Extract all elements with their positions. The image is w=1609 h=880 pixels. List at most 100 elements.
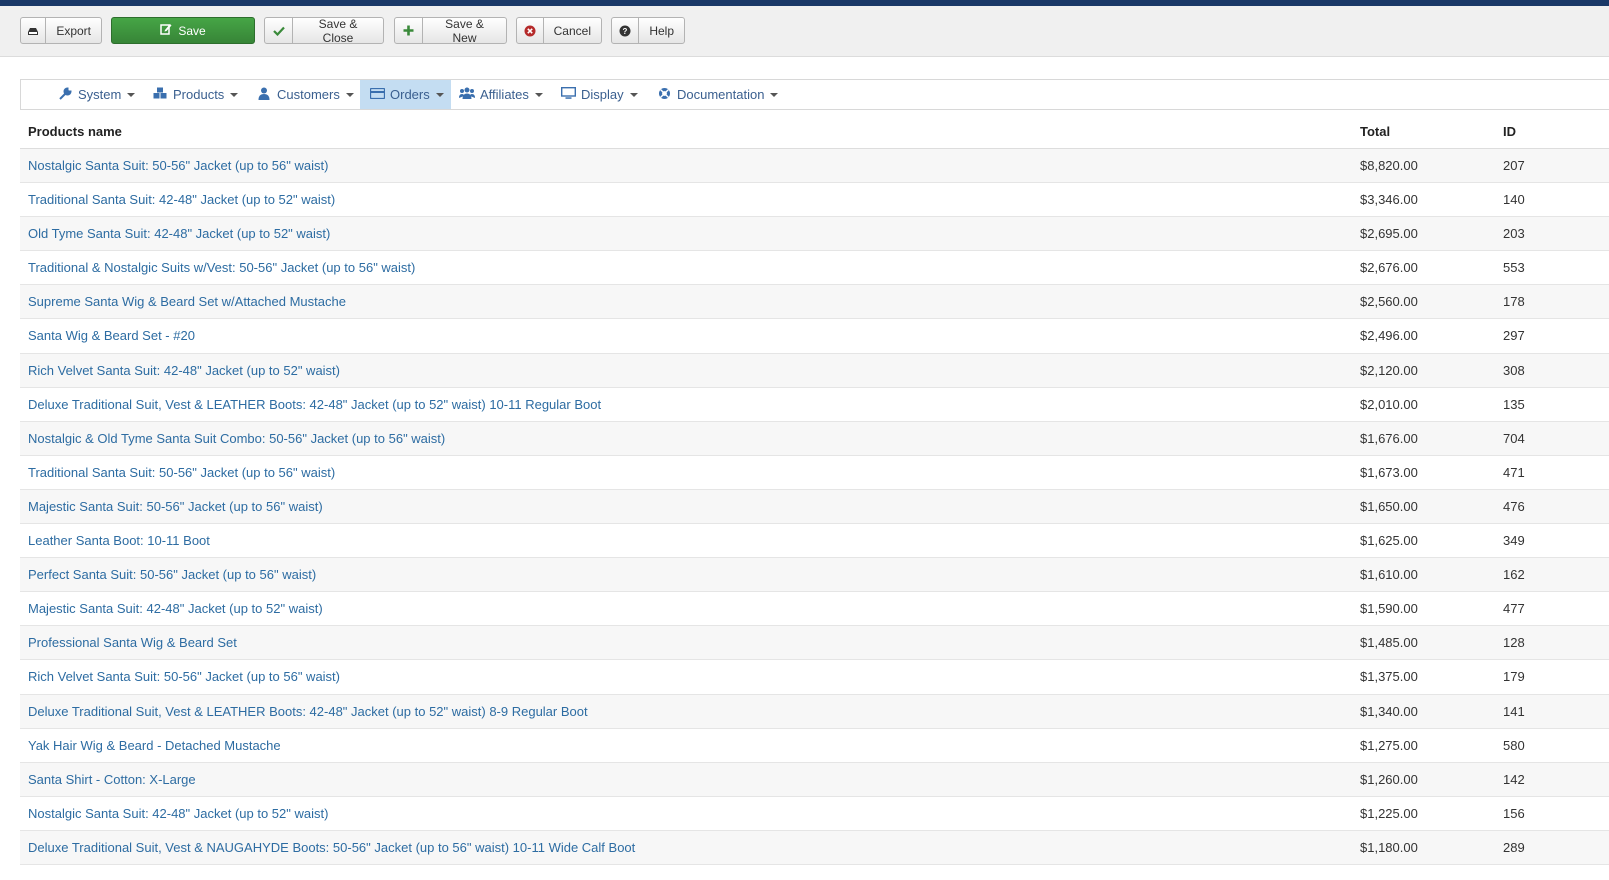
save-button[interactable]: Save xyxy=(111,17,255,44)
table-row: Traditional Santa Suit: 42-48" Jacket (u… xyxy=(20,183,1609,218)
help-button[interactable]: ? Help xyxy=(611,17,685,44)
table-row: Traditional Santa Suit: 50-56" Jacket (u… xyxy=(20,456,1609,490)
id-cell: 141 xyxy=(1503,703,1525,719)
help-label: Help xyxy=(649,23,674,38)
wrench-icon xyxy=(57,86,73,103)
check-icon xyxy=(265,18,293,43)
id-cell: 179 xyxy=(1503,669,1525,685)
id-cell: 128 xyxy=(1503,635,1525,651)
export-label: Export xyxy=(56,23,91,38)
main-menu: System Products Customers Orders Affilia… xyxy=(20,79,1609,110)
menu-display[interactable]: Display xyxy=(560,80,638,109)
user-icon xyxy=(256,87,272,103)
product-name-link[interactable]: Rich Velvet Santa Suit: 42-48" Jacket (u… xyxy=(28,363,340,378)
save-close-button[interactable]: Save & Close xyxy=(264,16,384,45)
table-row: Nostalgic & Old Tyme Santa Suit Combo: 5… xyxy=(20,421,1609,456)
table-row: Supreme Santa Wig & Beard Set w/Attached… xyxy=(20,285,1609,320)
id-cell: 203 xyxy=(1503,226,1525,242)
table-row: Yak Hair Wig & Beard - Detached Mustache… xyxy=(20,729,1609,763)
product-name-link[interactable]: Nostalgic Santa Suit: 42-48" Jacket (up … xyxy=(28,806,328,821)
menu-documentation[interactable]: Documentation xyxy=(656,80,779,109)
monitor-icon xyxy=(560,86,576,102)
id-cell: 476 xyxy=(1503,498,1525,514)
table-row: Professional Santa Wig & Beard Set $1,485… xyxy=(20,626,1609,661)
product-name-link[interactable]: Deluxe Traditional Suit, Vest & LEATHER … xyxy=(28,397,601,412)
product-name-link[interactable]: Deluxe Traditional Suit, Vest & LEATHER … xyxy=(28,704,588,719)
product-name-link[interactable]: Old Tyme Santa Suit: 42-48" Jacket (up t… xyxy=(28,226,330,241)
menu-affiliates[interactable]: Affiliates xyxy=(459,80,543,109)
table-row: Rich Velvet Santa Suit: 50-56" Jacket (u… xyxy=(20,660,1609,695)
header-id[interactable]: ID xyxy=(1503,124,1516,139)
svg-text:?: ? xyxy=(623,27,628,36)
menu-affiliates-label: Affiliates xyxy=(480,87,529,102)
product-name-link[interactable]: Leather Santa Boot: 10-11 Boot xyxy=(28,533,210,548)
product-name-link[interactable]: Yak Hair Wig & Beard - Detached Mustache xyxy=(28,738,281,753)
toolbar: Export Save Save & Close Save & New Canc… xyxy=(0,6,1609,57)
total-cell: $2,010.00 xyxy=(1360,396,1418,412)
menu-orders[interactable]: Orders xyxy=(360,80,451,109)
menu-products-label: Products xyxy=(173,87,225,102)
table-body: Nostalgic Santa Suit: 50-56" Jacket (up … xyxy=(20,149,1609,865)
table-row: Majestic Santa Suit: 42-48" Jacket (up t… xyxy=(20,592,1609,627)
edit-icon xyxy=(160,23,172,38)
id-cell: 471 xyxy=(1503,464,1525,480)
chevron-down-icon xyxy=(629,92,638,97)
export-button[interactable]: Export xyxy=(20,17,102,44)
product-name-link[interactable]: Professional Santa Wig & Beard Set xyxy=(28,635,237,650)
id-cell: 135 xyxy=(1503,396,1525,412)
total-cell: $1,260.00 xyxy=(1360,771,1418,787)
total-cell: $2,676.00 xyxy=(1360,260,1418,276)
cancel-button[interactable]: Cancel xyxy=(516,17,602,44)
save-new-label: Save & New xyxy=(445,16,484,45)
table-row: Deluxe Traditional Suit, Vest & LEATHER … xyxy=(20,694,1609,729)
lifebuoy-icon xyxy=(656,87,672,103)
product-name-link[interactable]: Santa Wig & Beard Set - #20 xyxy=(28,328,195,343)
save-new-button[interactable]: Save & New xyxy=(394,16,507,45)
product-name-link[interactable]: Rich Velvet Santa Suit: 50-56" Jacket (u… xyxy=(28,669,340,684)
total-cell: $1,676.00 xyxy=(1360,430,1418,446)
total-cell: $1,340.00 xyxy=(1360,703,1418,719)
header-products-name[interactable]: Products name xyxy=(28,124,122,139)
id-cell: 142 xyxy=(1503,771,1525,787)
menu-system-label: System xyxy=(78,87,122,102)
product-name-link[interactable]: Perfect Santa Suit: 50-56" Jacket (up to… xyxy=(28,567,316,582)
table-row: Santa Shirt - Cotton: X-Large $1,260.00 14… xyxy=(20,762,1609,797)
users-icon xyxy=(459,87,475,102)
product-name-link[interactable]: Santa Shirt - Cotton: X-Large xyxy=(28,772,196,787)
product-name-link[interactable]: Supreme Santa Wig & Beard Set w/Attached… xyxy=(28,294,346,309)
total-cell: $2,496.00 xyxy=(1360,328,1418,344)
total-cell: $2,120.00 xyxy=(1360,362,1418,378)
cancel-label: Cancel xyxy=(553,23,591,38)
id-cell: 297 xyxy=(1503,328,1525,344)
id-cell: 178 xyxy=(1503,294,1525,310)
total-cell: $3,346.00 xyxy=(1360,192,1418,208)
product-name-link[interactable]: Traditional Santa Suit: 50-56" Jacket (u… xyxy=(28,465,335,480)
question-icon: ? xyxy=(612,18,640,43)
header-total[interactable]: Total xyxy=(1360,124,1390,139)
total-cell: $1,180.00 xyxy=(1360,839,1418,855)
id-cell: 349 xyxy=(1503,533,1525,549)
menu-products[interactable]: Products xyxy=(152,80,239,109)
id-cell: 140 xyxy=(1503,192,1525,208)
table-row: Nostalgic Santa Suit: 50-56" Jacket (up … xyxy=(20,149,1609,184)
product-name-link[interactable]: Deluxe Traditional Suit, Vest & NAUGAHYD… xyxy=(28,840,635,855)
product-name-link[interactable]: Traditional & Nostalgic Suits w/Vest: 50… xyxy=(28,260,415,275)
menu-customers[interactable]: Customers xyxy=(256,80,354,109)
save-close-label: Save & Close xyxy=(318,16,358,45)
id-cell: 162 xyxy=(1503,567,1525,583)
product-name-link[interactable]: Majestic Santa Suit: 50-56" Jacket (up t… xyxy=(28,499,323,514)
id-cell: 553 xyxy=(1503,260,1525,276)
product-name-link[interactable]: Traditional Santa Suit: 42-48" Jacket (u… xyxy=(28,192,335,207)
table-row: Deluxe Traditional Suit, Vest & LEATHER … xyxy=(20,388,1609,422)
table-row: Old Tyme Santa Suit: 42-48" Jacket (up t… xyxy=(20,217,1609,252)
save-label: Save xyxy=(178,23,206,38)
table-row: Perfect Santa Suit: 50-56" Jacket (up to… xyxy=(20,558,1609,593)
menu-system[interactable]: System xyxy=(57,80,136,109)
product-name-link[interactable]: Nostalgic Santa Suit: 50-56" Jacket (up … xyxy=(28,158,328,173)
table-row: Leather Santa Boot: 10-11 Boot $1,625.00 3… xyxy=(20,524,1609,559)
product-name-link[interactable]: Majestic Santa Suit: 42-48" Jacket (up t… xyxy=(28,601,323,616)
total-cell: $1,625.00 xyxy=(1360,533,1418,549)
table-row: Nostalgic Santa Suit: 42-48" Jacket (up … xyxy=(20,797,1609,831)
menu-display-label: Display xyxy=(581,87,624,102)
product-name-link[interactable]: Nostalgic & Old Tyme Santa Suit Combo: 5… xyxy=(28,431,445,446)
